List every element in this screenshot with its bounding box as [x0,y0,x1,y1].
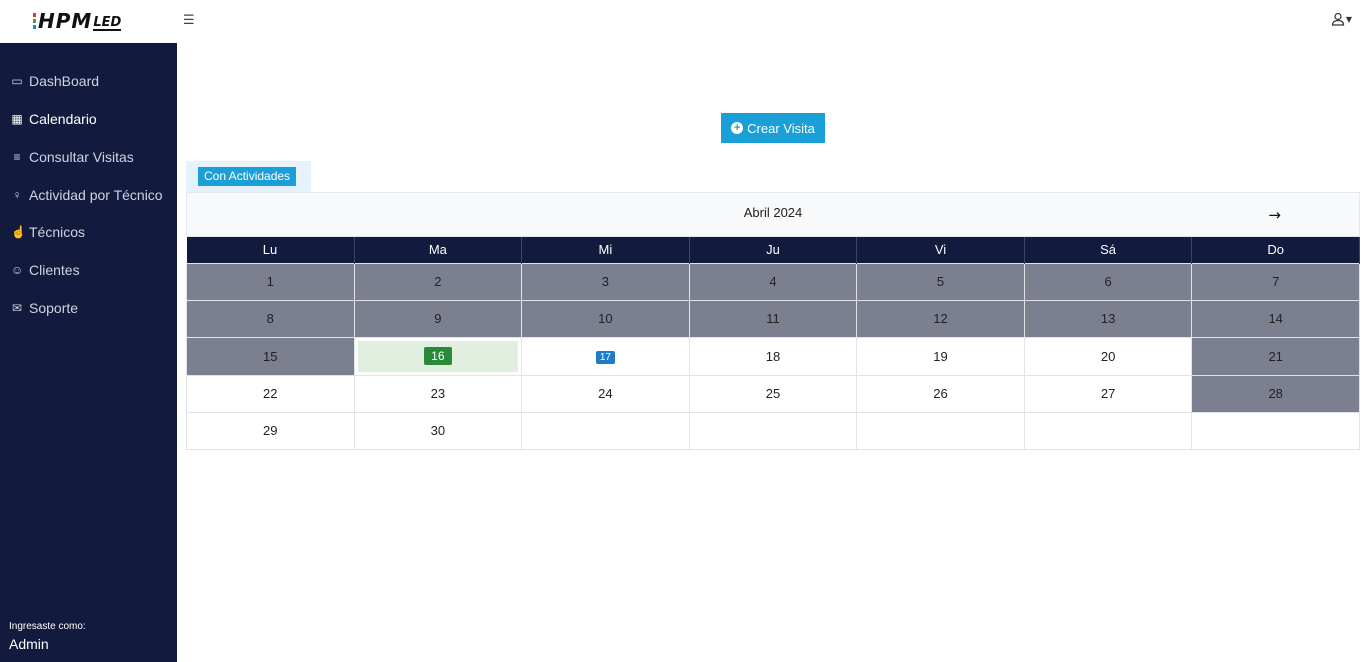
calendar-day-empty [521,411,690,450]
calendar-day-empty [688,411,858,450]
plus-circle-icon: + [731,122,744,134]
filter-tab-bar: Con Actividades [186,161,311,193]
calendar-day[interactable]: 30 [353,411,523,450]
calendar-icon: ▦ [11,112,23,126]
calendar-day[interactable]: 24 [521,374,690,413]
calendar-day[interactable]: 12 [856,299,1025,338]
sidebar-item-label: Clientes [29,262,80,278]
calendar-day[interactable]: 2 [353,262,523,301]
create-visit-button[interactable]: + Crear Visita [721,113,825,143]
calendar-day[interactable]: 8 [186,299,355,338]
calendar-day[interactable]: 1 [186,262,355,301]
logo-suffix: LED [93,14,122,31]
calendar-day[interactable]: 19 [856,336,1025,376]
month-title: Abril 2024 [743,205,803,220]
today-badge: 16 [424,347,452,365]
top-bar: HPM LED ☰ ▼ [0,0,1366,43]
logo-text: HPM [38,9,93,33]
calendar: Abril 2024 → Lu Ma Mi Ju Vi Sá Do 1 2 3 … [186,192,1360,450]
weekday-header: Lu [186,237,355,263]
day-badge: 17 [595,351,615,364]
sidebar: ▭ DashBoard ▦ Calendario ≡ Consultar Vis… [0,43,177,662]
calendar-day[interactable]: 21 [1191,336,1360,376]
chevron-down-icon: ▼ [1345,14,1352,24]
smile-icon: ☺ [11,263,24,277]
calendar-day[interactable]: 15 [186,336,355,376]
hamburger-icon[interactable]: ☰ [183,13,195,28]
calendar-week-row: 29 30 [186,411,1360,450]
sidebar-item-clientes[interactable]: ☺ Clientes [11,262,80,278]
sidebar-item-actividad-tecnico[interactable]: ♀ Actividad por Técnico [11,187,163,203]
calendar-week-row: 8 9 10 11 12 13 14 [186,299,1360,338]
calendar-day[interactable]: 11 [688,299,858,338]
calendar-day[interactable]: 7 [1191,262,1360,301]
calendar-day-empty [856,411,1025,450]
today-highlight: 16 [357,340,519,372]
calendar-header: Abril 2024 → [186,192,1360,237]
sidebar-item-label: DashBoard [29,73,100,89]
calendar-day[interactable]: 18 [688,336,858,376]
brand-logo[interactable]: HPM LED [33,9,122,33]
weekday-header: Ma [354,237,523,263]
calendar-day[interactable]: 6 [1023,262,1193,301]
arrow-right-icon[interactable]: → [1268,206,1281,224]
weekday-header-row: Lu Ma Mi Ju Vi Sá Do [186,237,1360,263]
calendar-day-today[interactable]: 16 [353,336,523,376]
sidebar-item-label: Soporte [29,300,79,316]
login-username: Admin [9,636,49,652]
calendar-grid: Lu Ma Mi Ju Vi Sá Do 1 2 3 4 5 6 7 8 9 1… [186,237,1360,450]
sidebar-item-label: Actividad por Técnico [29,187,163,203]
logo-color-bars [33,13,36,29]
calendar-day-highlighted[interactable]: 17 [521,336,690,376]
user-menu-button[interactable]: ▼ [1331,12,1352,26]
sidebar-item-dashboard[interactable]: ▭ DashBoard [11,73,99,89]
folder-icon: ▭ [11,74,23,88]
login-label: Ingresaste como: [9,621,86,632]
calendar-day[interactable]: 25 [688,374,858,413]
weekday-header: Sá [1024,237,1193,263]
calendar-day-empty [1191,411,1360,450]
sidebar-item-label: Consultar Visitas [29,149,134,165]
calendar-day[interactable]: 29 [186,411,355,450]
calendar-day[interactable]: 22 [186,374,355,413]
weekday-header: Vi [856,237,1025,263]
envelope-icon: ✉ [11,301,23,315]
sidebar-item-soporte[interactable]: ✉ Soporte [11,300,78,316]
user-icon [1331,12,1344,26]
calendar-day[interactable]: 5 [856,262,1025,301]
calendar-day-empty [1023,411,1193,450]
weekday-header: Mi [521,237,690,263]
calendar-week-row: 1 2 3 4 5 6 7 [186,262,1360,301]
calendar-day[interactable]: 10 [521,299,690,338]
lightbulb-icon: ♀ [12,188,22,202]
calendar-day[interactable]: 23 [353,374,523,413]
calendar-day[interactable]: 3 [521,262,690,301]
calendar-day[interactable]: 27 [1023,374,1193,413]
calendar-day[interactable]: 26 [856,374,1025,413]
calendar-day[interactable]: 20 [1023,336,1193,376]
sidebar-item-label: Calendario [29,111,97,127]
sidebar-item-calendario[interactable]: ▦ Calendario [11,111,97,127]
tab-con-actividades[interactable]: Con Actividades [198,167,297,186]
thumbs-up-icon: ☝ [11,225,26,239]
weekday-header: Do [1191,237,1360,263]
calendar-day[interactable]: 28 [1191,374,1360,413]
calendar-day[interactable]: 4 [688,262,858,301]
calendar-week-row: 22 23 24 25 26 27 28 [186,374,1360,413]
calendar-day[interactable]: 14 [1191,299,1360,338]
calendar-week-row: 15 16 17 18 19 20 21 [186,336,1360,376]
sidebar-item-consultar-visitas[interactable]: ≡ Consultar Visitas [11,149,134,165]
calendar-day[interactable]: 13 [1023,299,1193,338]
list-icon: ≡ [13,150,21,164]
weekday-header: Ju [689,237,858,263]
create-visit-label: Crear Visita [747,120,815,136]
sidebar-item-label: Técnicos [29,224,86,240]
calendar-day[interactable]: 9 [353,299,523,338]
sidebar-item-tecnicos[interactable]: ☝ Técnicos [11,224,85,240]
